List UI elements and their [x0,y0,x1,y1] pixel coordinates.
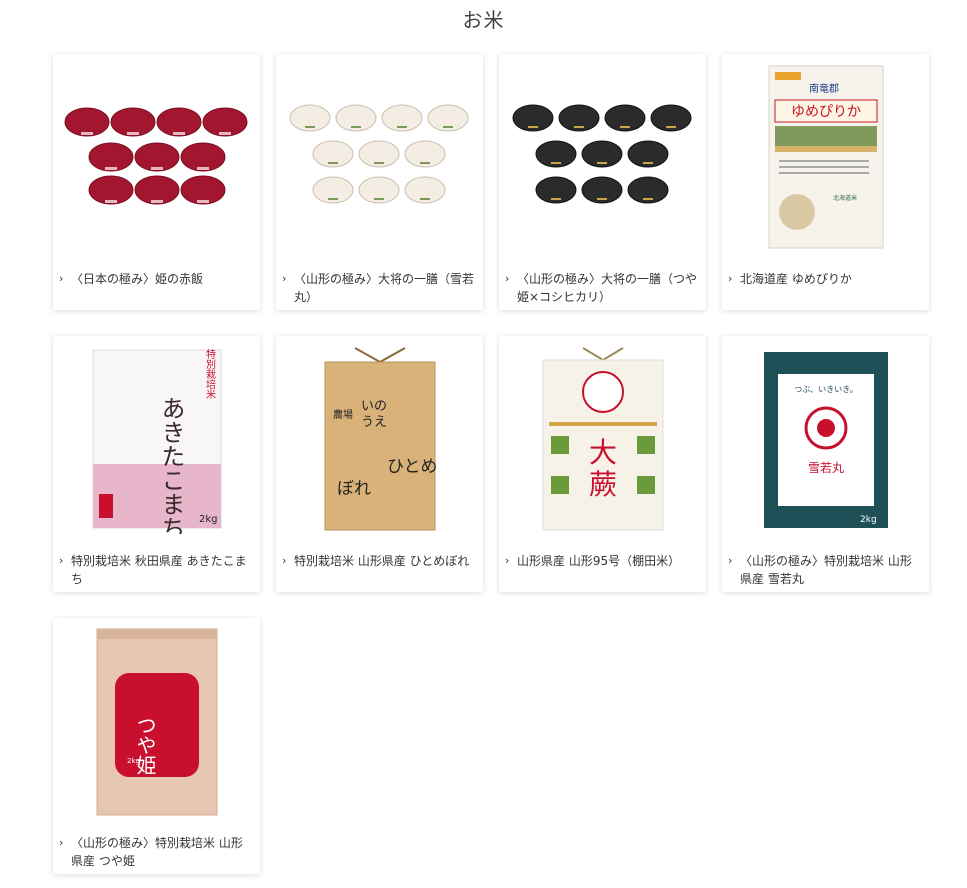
chevron-right-icon: › [59,836,64,849]
chevron-right-icon: › [505,554,510,567]
product-label[interactable]: › 〈山形の極み〉大将の一膳（つや姫×コシヒカリ） [505,270,698,306]
product-card-red-rice[interactable]: › 〈日本の極み〉姫の赤飯 [53,54,260,310]
hitomebore-rice-bag-image: いの うえ 農場 ひとめ ぼれ [276,336,483,541]
svg-text:つや姫: つや姫 [133,715,157,775]
svg-text:2kg: 2kg [860,515,877,525]
chevron-right-icon: › [282,272,287,285]
chevron-right-icon: › [282,554,287,567]
svg-text:2kg: 2kg [127,757,140,765]
product-label[interactable]: › 〈山形の極み〉特別栽培米 山形県産 つや姫 [59,834,252,870]
product-card-tsuyahime[interactable]: つや姫 2kg › 〈山形の極み〉特別栽培米 山形県産 つや姫 [53,618,260,874]
svg-text:特別栽培米: 特別栽培米 [203,348,215,399]
product-grid: › 〈日本の極み〉姫の赤飯 › 〈山形の極み〉大将の一膳（雪若丸） › 〈山形の… [53,54,931,884]
svg-text:2kg: 2kg [199,514,218,525]
svg-text:あきたこまち: あきたこまち [157,396,185,534]
product-card-yumepirika[interactable]: 南竜郡 ゆめぴりか 北海道米 › 北海道産 ゆめぴりか [722,54,929,310]
svg-text:南竜郡: 南竜郡 [809,82,839,95]
white-rice-bowl-pack-image [276,54,483,259]
product-label[interactable]: › 山形県産 山形95号（棚田米） [505,552,698,570]
product-card-yukiwakamaru[interactable]: つぶ、いきいき。 雪若丸 2kg › 〈山形の極み〉特別栽培米 山形県産 雪若丸 [722,336,929,592]
product-label[interactable]: › 〈山形の極み〉特別栽培米 山形県産 雪若丸 [728,552,921,588]
chevron-right-icon: › [728,554,733,567]
product-card-yukiwakamaru-pack[interactable]: › 〈山形の極み〉大将の一膳（雪若丸） [276,54,483,310]
product-label[interactable]: › 北海道産 ゆめぴりか [728,270,921,288]
product-label[interactable]: › 〈日本の極み〉姫の赤飯 [59,270,252,288]
red-rice-bowl-pack-image [53,54,260,259]
svg-text:北海道米: 北海道米 [832,194,856,202]
yumepirika-rice-bag-image: 南竜郡 ゆめぴりか 北海道米 [722,54,929,259]
svg-text:いの: いの [361,399,387,414]
page-title: お米 [462,8,505,32]
product-label[interactable]: › 〈山形の極み〉大将の一膳（雪若丸） [282,270,475,306]
svg-text:ぼれ: ぼれ [337,479,371,499]
product-card-hitomebore[interactable]: いの うえ 農場 ひとめ ぼれ › 特別栽培米 山形県産 ひとめぼれ [276,336,483,592]
yamagata95-rice-bag-image: 大 蕨 [499,336,706,541]
svg-text:雪若丸: 雪若丸 [807,461,843,475]
svg-text:大: 大 [588,436,616,469]
tsuyahime-rice-bag-image: つや姫 2kg [53,618,260,823]
chevron-right-icon: › [59,554,64,567]
black-rice-bowl-pack-image [499,54,706,259]
product-card-akitakomachi[interactable]: 特別栽培米 あきたこまち 2kg › 特別栽培米 秋田県産 あきたこまち [53,336,260,592]
chevron-right-icon: › [59,272,64,285]
product-label[interactable]: › 特別栽培米 秋田県産 あきたこまち [59,552,252,588]
chevron-right-icon: › [505,272,510,285]
chevron-right-icon: › [728,272,733,285]
product-card-tsuyahime-koshihikari-pack[interactable]: › 〈山形の極み〉大将の一膳（つや姫×コシヒカリ） [499,54,706,310]
svg-text:ひとめ: ひとめ [387,457,438,477]
svg-text:蕨: 蕨 [588,468,616,501]
yukiwakamaru-rice-bag-image: つぶ、いきいき。 雪若丸 2kg [722,336,929,541]
svg-text:うえ: うえ [361,415,387,430]
akitakomachi-rice-bag-image: 特別栽培米 あきたこまち 2kg [53,336,260,541]
svg-text:つぶ、いきいき。: つぶ、いきいき。 [794,385,858,394]
svg-text:農場: 農場 [333,408,353,421]
product-card-yamagata95[interactable]: 大 蕨 › 山形県産 山形95号（棚田米） [499,336,706,592]
svg-text:ゆめぴりか: ゆめぴりか [791,104,861,120]
product-label[interactable]: › 特別栽培米 山形県産 ひとめぼれ [282,552,475,570]
